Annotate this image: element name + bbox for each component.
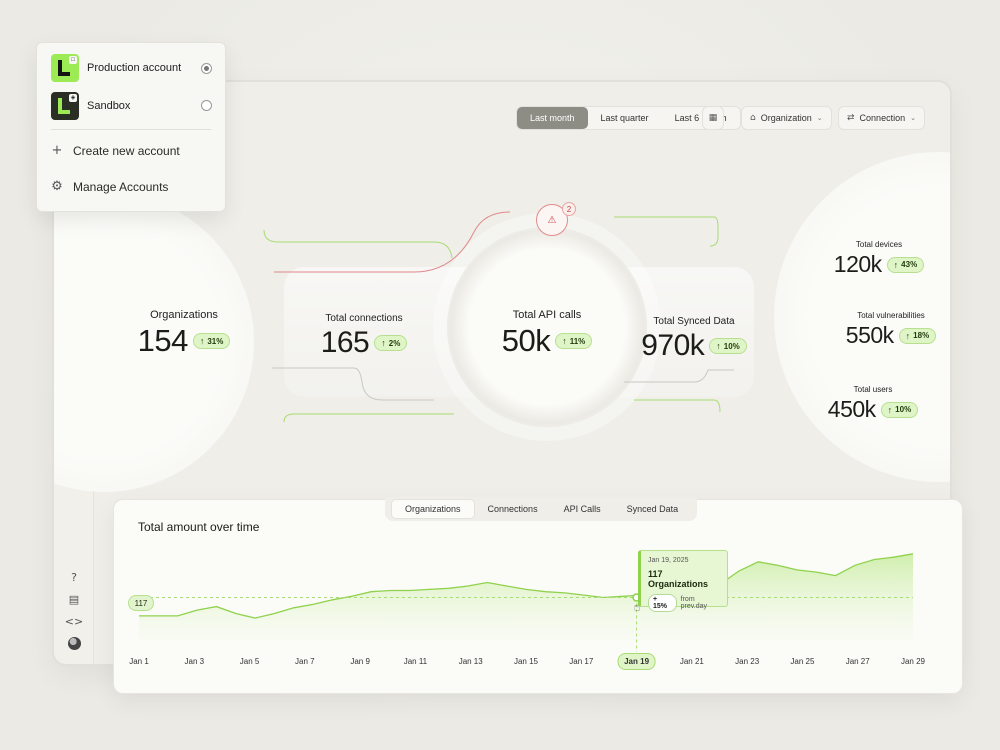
metric-label: Total API calls [512,309,582,321]
tooltip-title: 117 Organizations [648,569,709,589]
production-logo-icon: □ [51,54,79,82]
arrow-up-icon: ↑ [893,259,899,270]
tooltip-change: + 15% [648,594,677,612]
manage-accounts-label: Manage Accounts [73,179,169,194]
account-label: Production account [87,62,182,74]
x-tick-label: Jan 7 [295,657,315,666]
arrow-up-icon: ↑ [905,330,911,341]
metric-users[interactable]: Total users 450k ↑ 10% [818,385,928,423]
create-account-button[interactable]: + Create new account [51,143,180,158]
tab-synced-data[interactable]: Synced Data [614,500,692,518]
metric-label: Total devices [855,240,903,249]
building-icon: ⌂ [750,113,756,123]
sandbox-radio[interactable] [201,100,212,111]
divider [51,129,211,130]
x-tick-label: Jan 19 [617,653,657,670]
metric-value: 550k [845,322,894,348]
swap-icon: ⇄ [847,113,855,123]
change-badge: ↑ 43% [886,256,925,273]
metric-label: Total vulnerabilities [857,311,925,320]
metric-synced-data[interactable]: Total Synced Data 970k ↑ 10% [619,316,769,363]
account-option-sandbox[interactable]: ◈ Sandbox [51,92,130,120]
x-tick-label: Jan 21 [679,657,704,666]
tooltip-change-suffix: from prev.day [680,596,707,610]
help-icon[interactable]: ? [66,569,82,585]
calendar-button[interactable]: ▦ [702,106,724,130]
tab-organizations[interactable]: Organizations [391,499,475,519]
chart-tabs: Organizations Connections API Calls Sync… [385,497,698,521]
calendar-icon: ▦ [708,113,718,123]
change-badge: ↑ 31% [192,333,231,349]
sandbox-logo-icon: ◈ [51,92,79,120]
x-tick-label: Jan 15 [513,657,539,666]
account-option-production[interactable]: □ Production account [51,54,181,82]
metric-label: Total Synced Data [653,316,735,327]
tooltip-date: Jan 19, 2025 [648,557,689,564]
tab-api-calls[interactable]: API Calls [551,500,614,518]
metric-devices[interactable]: Total devices 120k ↑ 43% [824,240,934,278]
metric-api-calls[interactable]: Total API calls 50k ↑ 11% [472,309,622,359]
chart-tooltip: Jan 19, 2025 117 Organizations + 15% fro… [638,550,728,612]
code-icon[interactable]: <> [65,613,83,629]
production-radio[interactable] [201,63,212,74]
connection-filter[interactable]: ⇄ Connection ⌄ [838,106,925,130]
period-last-month[interactable]: Last month [517,107,588,129]
organization-filter[interactable]: ⌂ Organization ⌄ [741,106,832,130]
create-account-label: Create new account [73,143,180,158]
metric-label: Total users [853,385,893,394]
change-badge: ↑ 10% [880,401,919,418]
x-tick-label: Jan 3 [184,657,205,666]
period-last-quarter[interactable]: Last quarter [588,107,662,129]
account-switcher-menu: □ Production account ◈ Sandbox + Create … [36,42,226,212]
x-tick-label: Jan 17 [569,657,594,666]
gear-icon: ⚙ [51,179,63,194]
x-tick-label: Jan 9 [350,657,370,666]
chevron-down-icon: ⌄ [816,115,823,122]
change-badge: ↑ 11% [555,333,593,349]
metric-vulnerabilities[interactable]: Total vulnerabilities 550k ↑ 18% [836,311,946,349]
x-tick-label: Jan 5 [239,657,260,666]
x-tick-label: Jan 27 [845,657,870,666]
change-badge: ↑ 10% [709,338,747,354]
period-last-6-month[interactable]: Last 6 month [662,107,740,129]
tab-connections[interactable]: Connections [475,500,551,518]
metric-value: 50k [501,323,551,358]
manage-accounts-button[interactable]: ⚙ Manage Accounts [51,179,168,194]
change-badge: ↑ 18% [898,327,937,344]
x-tick-label: Jan 1 [129,657,149,666]
account-label: Sandbox [87,100,131,112]
metric-value: 154 [137,323,189,358]
alert-count-badge: 2 [562,202,576,216]
x-tick-label: Jan 23 [735,657,760,666]
arrow-up-icon: ↑ [887,404,893,415]
metric-value: 120k [833,251,882,277]
metric-connections[interactable]: Total connections 165 ↑ 2% [294,313,434,360]
x-tick-label: Jan 25 [790,657,815,666]
reference-value-badge: 117 [128,595,154,611]
chevron-down-icon: ⌄ [910,115,916,122]
metric-value: 165 [320,326,370,359]
x-tick-label: Jan 29 [900,657,926,666]
x-tick-label: Jan 11 [403,657,428,666]
metric-label: Organizations [150,309,218,321]
change-badge: ↑ 2% [374,335,408,351]
avatar[interactable] [66,635,82,651]
organization-filter-label: Organization [760,113,812,123]
chart-title: Total amount over time [138,520,260,534]
metric-label: Total connections [325,313,403,324]
arrow-up-icon: ↑ [199,336,205,346]
metric-value: 970k [641,329,705,362]
plus-icon: + [51,143,63,158]
arrow-up-icon: ↑ [562,336,567,346]
x-tick-label: Jan 13 [458,657,483,666]
document-icon[interactable]: ▤ [66,591,82,607]
metric-organizations[interactable]: Organizations 154 ↑ 31% [114,309,254,359]
metric-value: 450k [827,396,876,422]
arrow-up-icon: ↑ [381,338,386,348]
arrow-up-icon: ↑ [716,341,721,351]
connection-filter-label: Connection [859,113,906,123]
